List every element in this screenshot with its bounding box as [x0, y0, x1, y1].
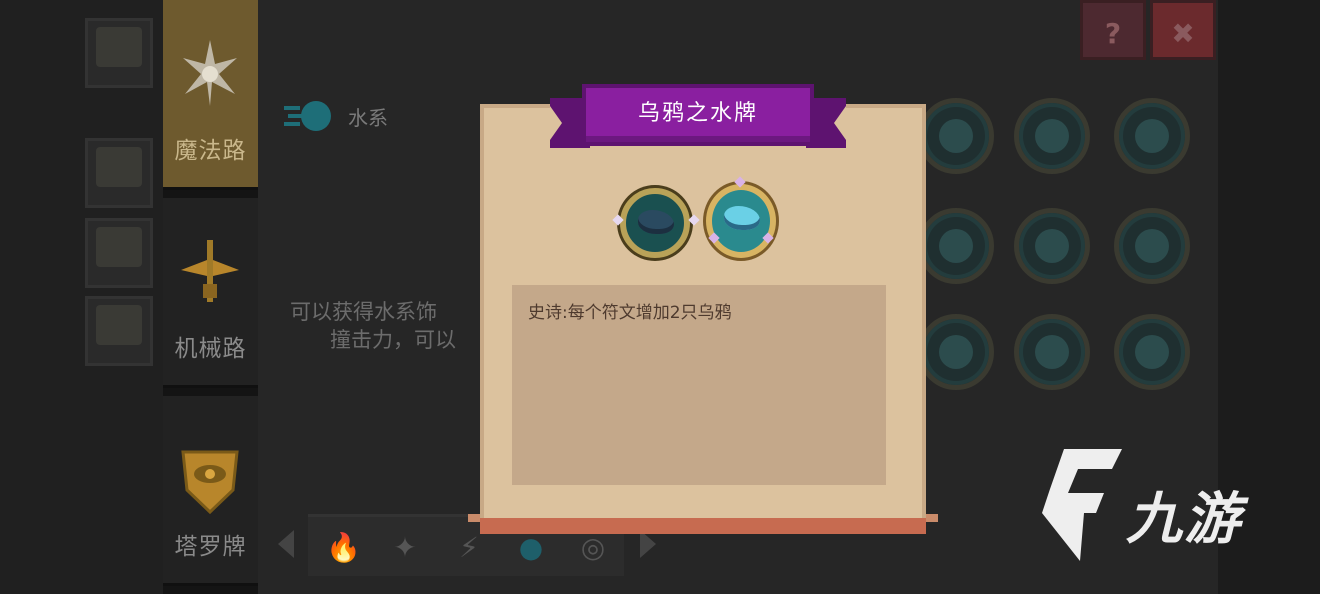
water-element-icon — [284, 101, 331, 131]
close-button[interactable]: ✖ — [1150, 0, 1216, 60]
rune-slot[interactable] — [1114, 208, 1190, 284]
water-icon[interactable]: ● — [514, 531, 548, 565]
dialog-title: 乌鸦之水牌 — [637, 101, 758, 126]
close-icon: ✖ — [1171, 17, 1195, 50]
rune-slot[interactable] — [1114, 314, 1190, 390]
rune-slot[interactable] — [1014, 208, 1090, 284]
category-label: 塔罗牌 — [174, 534, 247, 560]
category-magic[interactable]: 魔法路 — [163, 0, 258, 190]
background-thumbnail — [85, 218, 153, 288]
category-mechanic[interactable]: 机械路 — [163, 198, 258, 388]
element-header: 水系 — [282, 96, 388, 136]
star-icon[interactable]: ✦ — [388, 531, 422, 565]
game-screen: 魔法路 机械路 塔罗牌 ? ✖ 水系 可以获得水系饰 撞击力，可以 🔥 ✦ ⚡ … — [0, 0, 1320, 594]
tarot-eye-icon — [181, 450, 239, 515]
description-line: 可以获得水系饰 — [290, 300, 437, 324]
rune-slot[interactable] — [1014, 314, 1090, 390]
prev-arrow-icon[interactable] — [278, 530, 294, 558]
mechanic-wing-icon — [181, 240, 239, 302]
modal-bottom-edge — [480, 518, 926, 534]
magic-star-icon — [183, 40, 237, 106]
rune-slot[interactable] — [1114, 98, 1190, 174]
description-line: 撞击力，可以 — [330, 328, 456, 352]
background-thumbnail — [85, 296, 153, 366]
watermark-text: 九游 — [1126, 487, 1242, 552]
category-label: 魔法路 — [174, 138, 247, 164]
rune-slot[interactable] — [918, 98, 994, 174]
element-label: 水系 — [348, 105, 388, 130]
rune-description: 史诗:每个符文增加2只乌鸦 — [528, 303, 732, 323]
background-description: 可以获得水系饰 撞击力，可以 — [290, 298, 456, 354]
question-icon: ? — [1104, 17, 1122, 50]
lightning-icon[interactable]: ⚡ — [452, 531, 486, 565]
crow-rune-icon — [724, 206, 760, 230]
category-label: 机械路 — [174, 336, 247, 362]
background-hud — [0, 0, 163, 594]
background-thumbnail — [85, 138, 153, 208]
help-button[interactable]: ? — [1080, 0, 1146, 60]
background-thumbnail — [85, 18, 153, 88]
rarity-epic-option[interactable] — [706, 184, 776, 258]
category-sidebar: 魔法路 机械路 塔罗牌 — [163, 0, 258, 594]
rune-slot[interactable] — [918, 314, 994, 390]
rarity-normal-option[interactable] — [620, 188, 690, 258]
rune-slot[interactable] — [918, 208, 994, 284]
rune-slot[interactable] — [1014, 98, 1090, 174]
fire-icon[interactable]: 🔥 — [326, 531, 361, 565]
dialog-title-banner: 乌鸦之水牌 — [550, 84, 846, 154]
spiral-icon[interactable]: ◎ — [576, 531, 610, 565]
crow-rune-icon — [638, 210, 674, 234]
next-arrow-icon[interactable] — [640, 530, 656, 558]
category-tarot[interactable]: 塔罗牌 — [163, 396, 258, 586]
